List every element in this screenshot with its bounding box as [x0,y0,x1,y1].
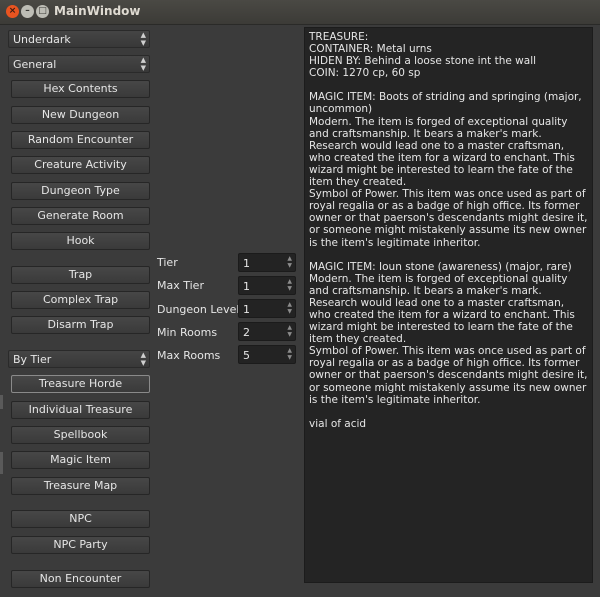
spin-arrows-icon[interactable]: ▲ ▼ [287,347,292,361]
output-line: Modern. The item is forged of exceptiona… [309,272,579,346]
treasure-mode-select[interactable]: By Tier ▲ ▼ [8,350,150,368]
output-line: Symbol of Power. This item was once used… [309,345,591,406]
new-dungeon-button[interactable]: New Dungeon [11,106,150,124]
max-tier-spinbox[interactable]: 1 ▲ ▼ [238,276,296,295]
magic-item-button[interactable]: Magic Item [11,451,150,469]
region-select[interactable]: Underdark ▲ ▼ [8,30,150,48]
min-rooms-label: Min Rooms [157,326,218,339]
output-line: TREASURE: [309,31,369,43]
dungeon-levels-value: 1 [243,303,250,316]
individual-treasure-button[interactable]: Individual Treasure [11,401,150,419]
max-rooms-value: 5 [243,349,250,362]
non-encounter-button[interactable]: Non Encounter [11,570,150,588]
treasure-mode-value: By Tier [13,353,52,366]
output-line: HIDEN BY: Behind a loose stone int the w… [309,55,537,68]
creature-activity-button[interactable]: Creature Activity [11,156,150,174]
output-text-area[interactable]: TREASURE: CONTAINER: Metal urns HIDEN BY: … [304,27,593,583]
output-line: COIN: 1270 cp, 60 sp [309,67,421,80]
max-tier-value: 1 [243,280,250,293]
edge-marker [0,452,3,474]
hook-button[interactable]: Hook [11,232,150,250]
region-select-value: Underdark [13,33,71,46]
category-select-value: General [13,58,57,71]
window-title: MainWindow [54,4,141,18]
spin-arrows-icon[interactable]: ▲ ▼ [287,301,292,315]
output-line: MAGIC ITEM: Ioun stone (awareness) (majo… [309,260,572,273]
npc-party-button[interactable]: NPC Party [11,536,150,554]
title-bar: × – □ MainWindow [0,0,600,25]
output-line: vial of acid [309,417,367,430]
maximize-icon[interactable]: □ [36,5,49,18]
output-line: Modern. The item is forged of exceptiona… [309,115,579,189]
max-tier-label: Max Tier [157,279,204,292]
max-rooms-spinbox[interactable]: 5 ▲ ▼ [238,345,296,364]
dungeon-levels-label: Dungeon Levels [157,303,246,316]
output-line: MAGIC ITEM: Boots of striding and spring… [309,91,585,116]
close-icon[interactable]: × [6,5,19,18]
random-encounter-button[interactable]: Random Encounter [11,131,150,149]
category-select[interactable]: General ▲ ▼ [8,55,150,73]
output-line: Symbol of Power. This item was once used… [309,188,591,249]
disarm-trap-button[interactable]: Disarm Trap [11,316,150,334]
npc-button[interactable]: NPC [11,510,150,528]
spin-arrows-icon[interactable]: ▲ ▼ [287,255,292,269]
complex-trap-button[interactable]: Complex Trap [11,291,150,309]
spin-arrows-icon[interactable]: ▲ ▼ [287,324,292,338]
updown-arrows-icon: ▲ ▼ [140,351,146,367]
updown-arrows-icon: ▲ ▼ [140,31,146,47]
edge-marker [0,395,3,409]
max-rooms-label: Max Rooms [157,349,221,362]
spin-arrows-icon[interactable]: ▲ ▼ [287,278,292,292]
treasure-horde-button[interactable]: Treasure Horde [11,375,150,393]
minimize-icon[interactable]: – [21,5,34,18]
updown-arrows-icon: ▲ ▼ [140,56,146,72]
trap-button[interactable]: Trap [11,266,150,284]
tier-value: 1 [243,257,250,270]
min-rooms-spinbox[interactable]: 2 ▲ ▼ [238,322,296,341]
spellbook-button[interactable]: Spellbook [11,426,150,444]
tier-spinbox[interactable]: 1 ▲ ▼ [238,253,296,272]
dungeon-levels-spinbox[interactable]: 1 ▲ ▼ [238,299,296,318]
min-rooms-value: 2 [243,326,250,339]
output-line: CONTAINER: Metal urns [309,43,432,56]
treasure-map-button[interactable]: Treasure Map [11,477,150,495]
dungeon-type-button[interactable]: Dungeon Type [11,182,150,200]
hex-contents-button[interactable]: Hex Contents [11,80,150,98]
tier-label: Tier [157,256,178,269]
generate-room-button[interactable]: Generate Room [11,207,150,225]
